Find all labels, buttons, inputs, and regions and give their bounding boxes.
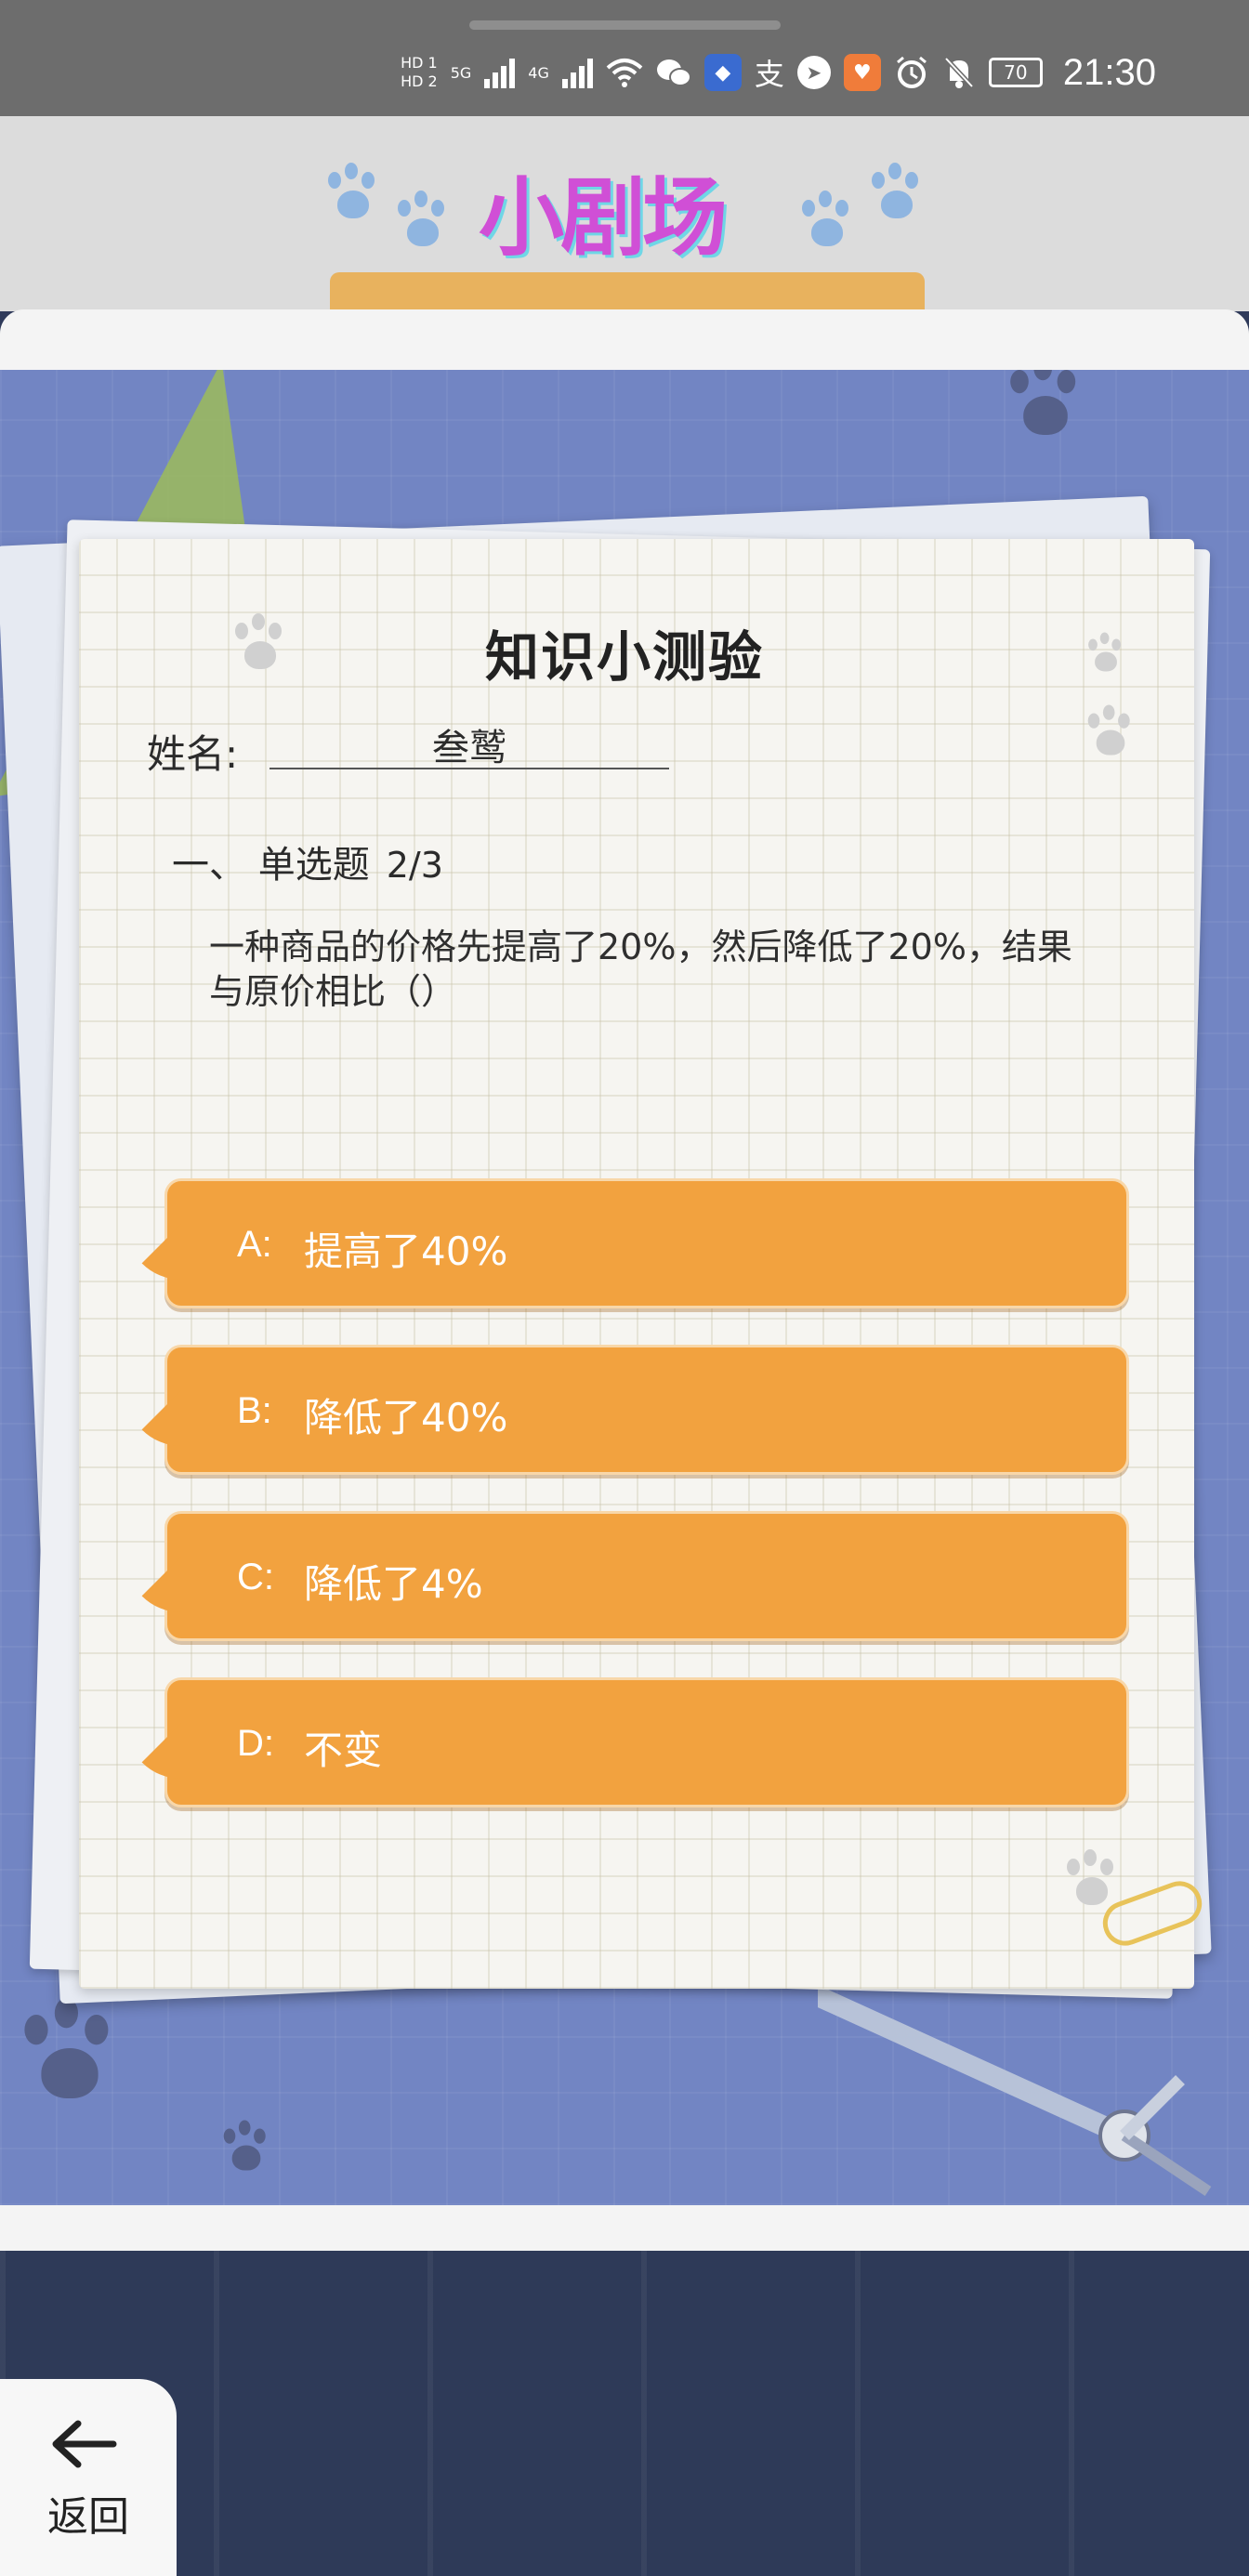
- compass-tool-decoration: [818, 1986, 1212, 2196]
- bottom-background: [0, 2251, 1249, 2576]
- back-label: 返回: [47, 2493, 129, 2541]
- status-icons: HD 1 HD 2 5G 4G ◆ 支 ➤ ♥ 70 21:30: [401, 48, 1156, 97]
- option-letter: C:: [237, 1557, 274, 1597]
- back-arrow-icon: [52, 2420, 117, 2468]
- option-letter: B:: [237, 1390, 272, 1431]
- banner-title: 小剧场: [479, 168, 728, 268]
- wechat-icon: [656, 59, 691, 86]
- quiz-title: 知识小测验: [484, 625, 764, 689]
- option-text: 降低了4%: [304, 1561, 483, 1607]
- signal-icon: [484, 57, 516, 88]
- paw-print-icon: [1082, 704, 1140, 764]
- option-letter: A:: [237, 1224, 272, 1265]
- option-text: 提高了40%: [304, 1229, 508, 1274]
- paw-print-icon: [795, 191, 860, 256]
- question-text: 一种商品的价格先提高了20%，然后降低了20%，结果与原价相比（）: [209, 927, 1072, 1012]
- battery-indicator: 70: [988, 58, 1043, 87]
- question-progress: 2/3: [386, 845, 443, 886]
- paw-print-icon: [864, 163, 929, 228]
- section-label: 一、 单选题: [172, 844, 370, 887]
- name-value: 叁鹫: [270, 717, 669, 769]
- option-letter: D:: [237, 1723, 274, 1764]
- alarm-icon: [896, 56, 927, 88]
- option-c-button[interactable]: C: 降低了4%: [125, 1511, 1129, 1641]
- net-5g-label: 5G: [450, 63, 472, 82]
- option-a-button[interactable]: A: 提高了40%: [125, 1178, 1129, 1308]
- status-pill: [469, 20, 781, 30]
- mute-bell-icon: [944, 57, 974, 88]
- status-bar: HD 1 HD 2 5G 4G ◆ 支 ➤ ♥ 70 21:30: [0, 0, 1249, 116]
- compass-app-icon: ➤: [796, 56, 831, 89]
- net-4g-label: 4G: [528, 63, 549, 82]
- option-d-button[interactable]: D: 不变: [125, 1677, 1129, 1807]
- hd1-label: HD 1: [401, 54, 438, 72]
- hd-indicators: HD 1 HD 2: [401, 54, 438, 91]
- wifi-icon: [606, 59, 643, 87]
- option-text: 不变: [304, 1728, 383, 1773]
- option-text: 降低了40%: [304, 1395, 508, 1440]
- banner: 小剧场: [0, 116, 1249, 319]
- hd2-label: HD 2: [401, 72, 438, 90]
- signal-icon-2: [561, 57, 593, 88]
- option-b-button[interactable]: B: 降低了40%: [125, 1345, 1129, 1475]
- back-button[interactable]: 返回: [0, 2379, 177, 2576]
- paw-print-icon: [1000, 370, 1091, 448]
- section-heading: 一、 单选题 2/3: [172, 835, 443, 888]
- paw-print-icon: [217, 2120, 276, 2179]
- name-label: 姓名:: [147, 731, 239, 777]
- paw-print-icon: [390, 191, 455, 256]
- paw-print-icon: [11, 1998, 128, 2115]
- health-app-icon: ♥: [843, 54, 881, 91]
- app-notification-icon: ◆: [703, 54, 742, 91]
- clock: 21:30: [1062, 51, 1156, 93]
- alipay-icon: 支: [754, 57, 784, 92]
- paw-print-icon: [321, 163, 386, 228]
